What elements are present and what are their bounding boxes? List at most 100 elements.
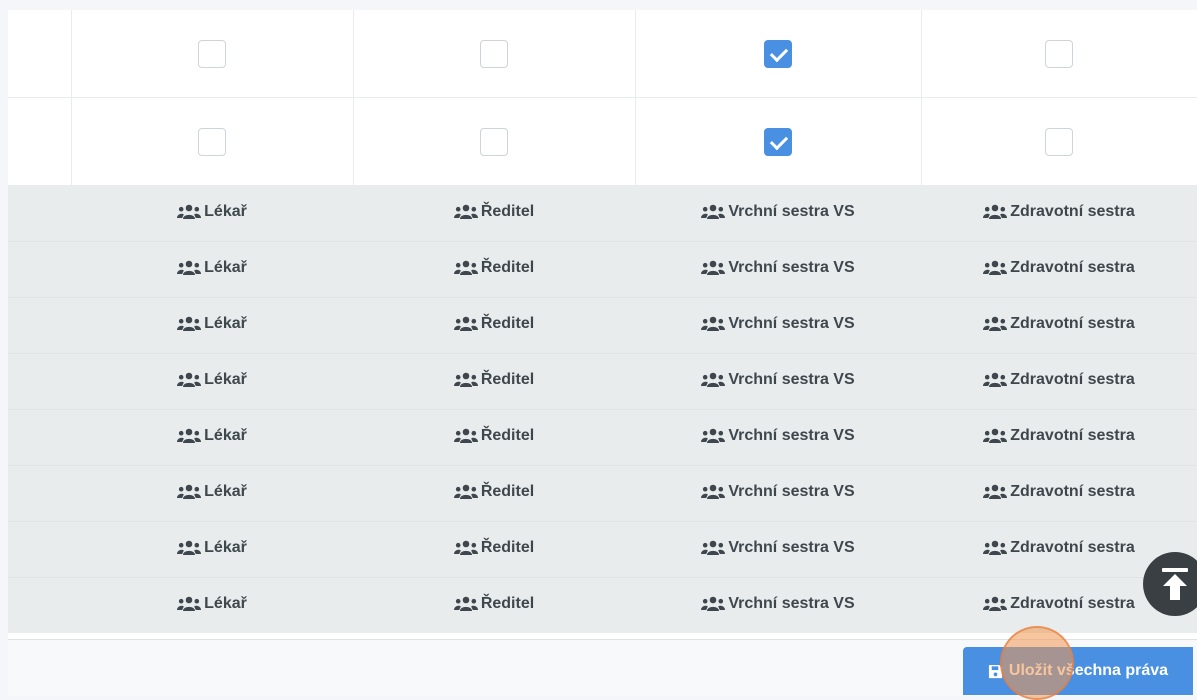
role-cell: Ředitel: [353, 521, 635, 578]
users-icon: [701, 428, 726, 444]
role-label: Lékař: [204, 538, 247, 556]
role-cell: Vrchní sestra VS: [635, 297, 921, 354]
role-label-group: Zdravotní sestra: [983, 314, 1135, 333]
permission-checkbox[interactable]: [764, 127, 792, 156]
role-label-group: Vrchní sestra VS: [701, 371, 855, 389]
permission-checkbox[interactable]: [480, 39, 508, 68]
role-label: Vrchní sestra VS: [728, 538, 855, 556]
role-label: Vrchní sestra VS: [728, 482, 855, 500]
role-label: Ředitel: [480, 258, 535, 276]
users-icon: [701, 484, 726, 500]
role-cell: Ředitel: [353, 577, 635, 633]
role-label: Ředitel: [480, 314, 535, 332]
role-label: Lékař: [204, 370, 247, 388]
users-icon: [983, 316, 1008, 332]
permission-row: [8, 97, 1197, 186]
role-header-row: Lékař Ředitel Vrchní sestra VS Zdravotní se…: [8, 241, 1197, 298]
role-cell: Lékař: [71, 521, 353, 578]
role-label: Lékař: [204, 594, 247, 612]
permission-cell: [353, 10, 636, 98]
users-icon: [983, 204, 1008, 220]
role-label-group: Vrchní sestra VS: [701, 482, 855, 501]
role-cell: Ředitel: [353, 353, 635, 410]
role-label: Lékař: [204, 426, 247, 444]
role-label: Zdravotní sestra: [1010, 258, 1135, 276]
users-icon: [701, 316, 726, 332]
role-label-group: Vrchní sestra VS: [701, 426, 855, 445]
role-row-spacer: [8, 521, 71, 578]
role-label-group: Zdravotní sestra: [983, 595, 1135, 613]
role-row-spacer: [8, 409, 71, 466]
save-icon: [988, 664, 1002, 678]
role-label: Vrchní sestra VS: [728, 426, 855, 444]
role-cell: Lékař: [71, 185, 353, 242]
role-label-group: Vrchní sestra VS: [701, 314, 855, 333]
role-cell: Lékař: [71, 577, 353, 633]
permission-checkbox[interactable]: [1045, 127, 1074, 156]
role-cell: Zdravotní sestra: [921, 185, 1197, 242]
role-label-group: Ředitel: [453, 426, 535, 445]
users-icon: [453, 428, 478, 444]
role-label: Vrchní sestra VS: [728, 314, 855, 332]
users-icon: [701, 372, 726, 388]
role-cell: Lékař: [71, 409, 353, 466]
users-icon: [701, 204, 726, 220]
role-cell: Zdravotní sestra: [921, 409, 1197, 466]
role-label: Ředitel: [480, 426, 535, 444]
role-label: Lékař: [204, 314, 247, 332]
permission-checkbox[interactable]: [198, 127, 226, 156]
role-cell: Zdravotní sestra: [921, 297, 1197, 354]
permission-checkbox[interactable]: [198, 39, 226, 68]
role-label-group: Zdravotní sestra: [983, 202, 1135, 221]
role-label: Zdravotní sestra: [1010, 314, 1135, 332]
role-cell: Ředitel: [353, 185, 635, 242]
permission-checkbox[interactable]: [480, 127, 508, 156]
role-row-spacer: [8, 185, 71, 242]
users-icon: [983, 540, 1008, 556]
permission-checkbox[interactable]: [1045, 39, 1074, 68]
role-cell: Vrchní sestra VS: [635, 241, 921, 298]
role-label-group: Ředitel: [453, 483, 534, 501]
save-all-permissions-button[interactable]: Uložit všechna práva: [963, 647, 1193, 695]
role-label-group: Ředitel: [453, 202, 535, 221]
users-icon: [983, 596, 1008, 612]
role-label: Zdravotní sestra: [1010, 482, 1135, 500]
permission-cell: [353, 97, 636, 186]
role-header-row: Lékař Ředitel Vrchní sestra VS Zdravotní se…: [8, 521, 1197, 578]
role-label-group: Ředitel: [453, 258, 535, 277]
role-cell: Vrchní sestra VS: [635, 185, 921, 242]
role-label-group: Ředitel: [453, 370, 535, 389]
role-row-spacer: [8, 297, 71, 354]
role-label-group: Zdravotní sestra: [983, 427, 1135, 445]
role-row-spacer: [8, 353, 71, 410]
role-label: Ředitel: [480, 370, 535, 388]
role-label-group: Zdravotní sestra: [983, 258, 1135, 277]
role-label-group: Vrchní sestra VS: [701, 202, 855, 221]
role-label: Vrchní sestra VS: [728, 202, 855, 220]
role-cell: Lékař: [71, 465, 353, 522]
role-label-group: Ředitel: [453, 539, 534, 557]
role-label: Zdravotní sestra: [1010, 538, 1135, 556]
role-cell: Zdravotní sestra: [921, 465, 1197, 522]
role-cell: Lékař: [71, 353, 353, 410]
role-header-row: Lékař Ředitel Vrchní sestra VS Zdravotní se…: [8, 297, 1197, 354]
users-icon: [453, 372, 478, 388]
role-cell: Vrchní sestra VS: [635, 521, 921, 578]
role-label-group: Zdravotní sestra: [983, 482, 1135, 501]
role-label: Ředitel: [480, 202, 535, 220]
users-icon: [453, 316, 478, 332]
role-label-group: Lékař: [177, 539, 247, 557]
role-row-spacer: [8, 577, 71, 633]
users-icon: [177, 316, 202, 332]
permission-checkbox[interactable]: [764, 39, 792, 68]
role-label-group: Vrchní sestra VS: [701, 259, 855, 277]
users-icon: [177, 540, 202, 556]
role-header-row: Lékař Ředitel Vrchní sestra VS Zdravotní se…: [8, 409, 1197, 466]
arrow-up-to-top-icon: [1162, 568, 1188, 600]
permissions-panel: Lékař Ředitel Vrchní sestra VS Zdravotní se…: [8, 10, 1197, 639]
users-icon: [983, 428, 1008, 444]
role-label-group: Lékař: [177, 427, 247, 445]
role-label: Zdravotní sestra: [1010, 202, 1135, 220]
role-label-group: Ředitel: [453, 314, 535, 333]
role-label-group: Lékař: [177, 203, 247, 221]
